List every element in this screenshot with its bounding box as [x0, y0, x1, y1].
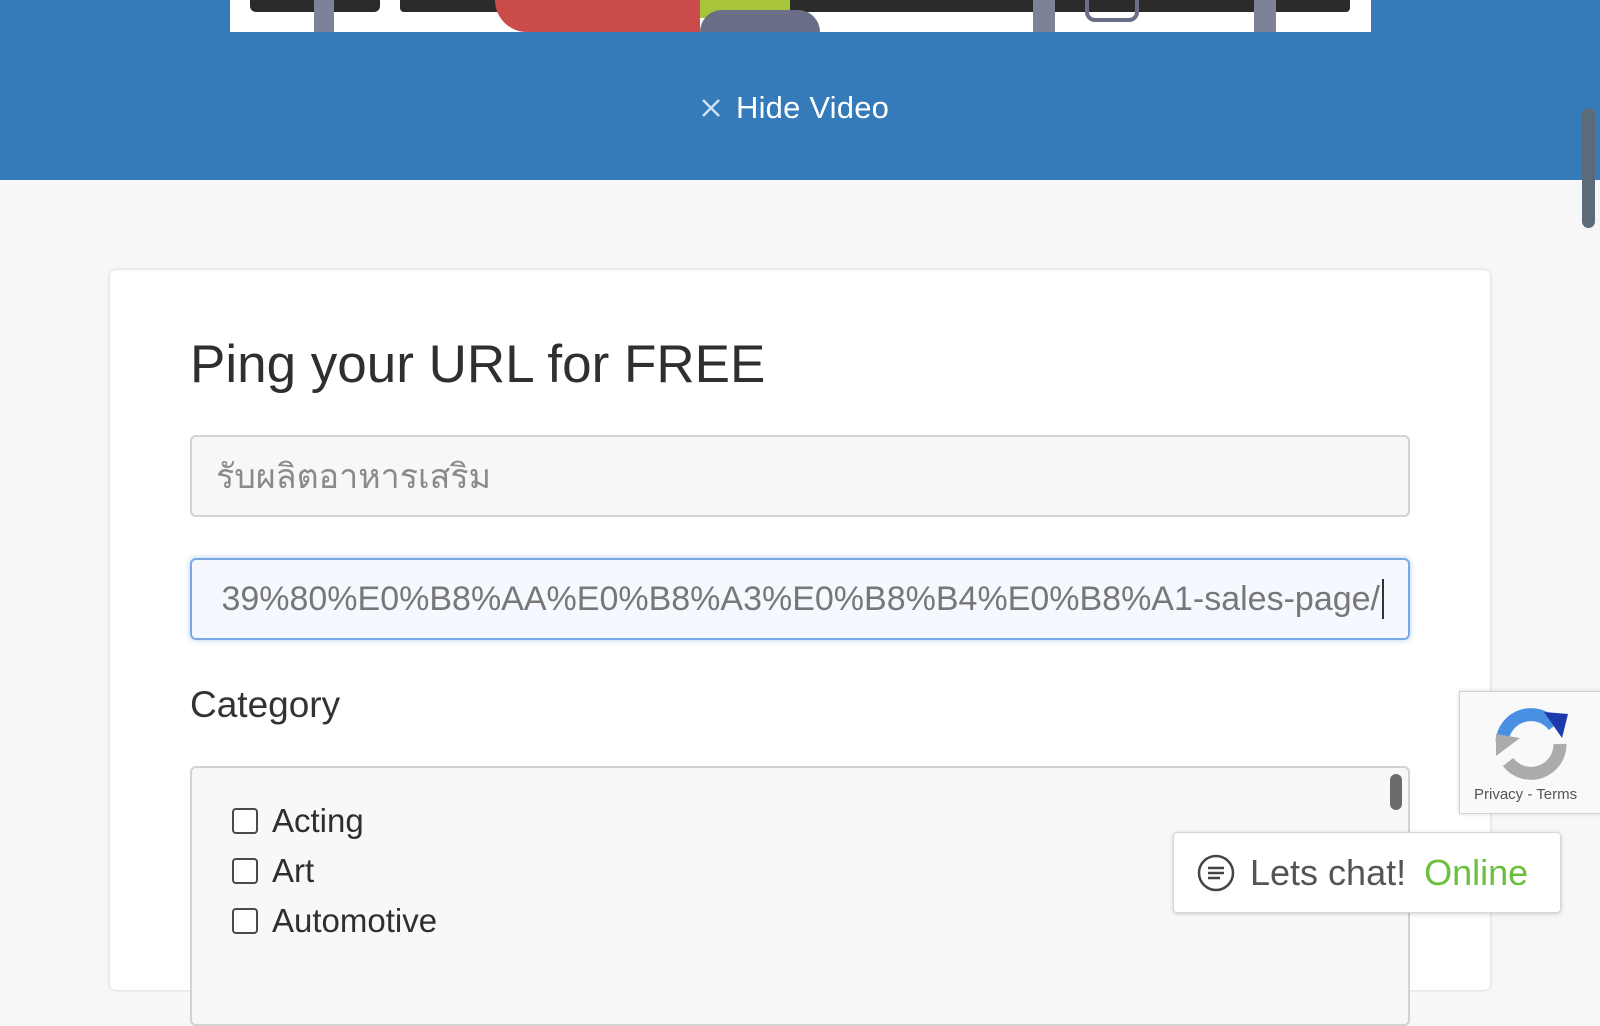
url-input-value: 39%80%E0%B8%AA%E0%B8%A3%E0%B8%B4%E0%B8%A…	[221, 579, 1380, 618]
close-icon	[702, 99, 720, 117]
category-item-label: Automotive	[272, 902, 438, 939]
chat-bubble-icon	[1197, 854, 1235, 891]
chat-label: Lets chat!	[1250, 851, 1407, 893]
video-preview[interactable]	[230, 0, 1371, 32]
chat-widget-button[interactable]: Lets chat! Online	[1173, 832, 1561, 913]
category-item-art[interactable]: Art	[232, 852, 314, 890]
url-input[interactable]: 39%80%E0%B8%AA%E0%B8%A3%E0%B8%B4%E0%B8%A…	[190, 558, 1410, 640]
checkbox[interactable]	[232, 908, 258, 934]
category-item-label: Art	[272, 852, 315, 889]
category-list-scrollbar[interactable]	[1390, 774, 1402, 810]
recaptcha-badge[interactable]: Privacy - Terms	[1459, 691, 1600, 814]
page-scrollbar[interactable]	[1582, 108, 1595, 228]
category-item-label: Acting	[272, 802, 364, 839]
chat-status-online: Online	[1424, 851, 1529, 893]
category-item-acting[interactable]: Acting	[232, 802, 364, 840]
category-label: Category	[190, 684, 341, 725]
checkbox[interactable]	[232, 808, 258, 834]
category-item-automotive[interactable]: Automotive	[232, 902, 437, 940]
text-caret	[1382, 579, 1384, 619]
recaptcha-logo-icon	[1495, 708, 1568, 780]
recaptcha-terms-link[interactable]: Terms	[1536, 786, 1577, 803]
video-header-band: Hide Video	[0, 0, 1600, 180]
keyword-input-value: รับผลิตอาหารเสริม	[216, 458, 492, 496]
checkbox[interactable]	[232, 858, 258, 884]
recaptcha-privacy-link[interactable]: Privacy	[1474, 786, 1523, 803]
recaptcha-separator: -	[1523, 786, 1537, 803]
hide-video-button[interactable]: Hide Video	[700, 88, 889, 128]
hide-video-label: Hide Video	[736, 90, 890, 125]
keyword-input[interactable]: รับผลิตอาหารเสริม	[190, 435, 1410, 517]
page-title: Ping your URL for FREE	[190, 335, 766, 394]
